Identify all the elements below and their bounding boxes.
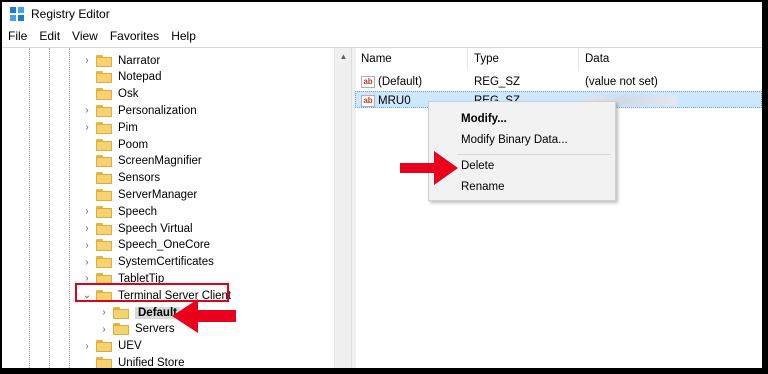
folder-icon [96, 256, 112, 269]
tree-item-label: Speech Virtual [118, 222, 193, 235]
tree-item-label: UEV [118, 340, 142, 353]
tree-item[interactable]: › Servers [99, 321, 175, 338]
tree-item[interactable]: › UEV [82, 338, 142, 355]
column-header-type[interactable]: Type [468, 48, 579, 70]
chevron-right-icon[interactable]: › [82, 206, 92, 217]
tree-item[interactable]: › Default [99, 304, 180, 321]
tree-guide-line [49, 48, 50, 368]
tree-item[interactable]: Notepad [82, 69, 161, 86]
folder-icon [96, 239, 112, 252]
chevron-right-icon[interactable]: › [82, 257, 92, 268]
folder-icon [113, 323, 129, 336]
folder-icon [96, 172, 112, 185]
menu-separator [457, 154, 611, 155]
folder-icon [96, 222, 112, 235]
chevron-right-icon[interactable]: › [82, 122, 92, 133]
window-title: Registry Editor [31, 7, 110, 21]
tree-scrollbar[interactable]: ▲ [334, 48, 352, 368]
tree-item-label: Servers [135, 323, 175, 336]
value-name: MRU0 [378, 94, 411, 107]
tree-item[interactable]: › Speech_OneCore [82, 237, 210, 254]
column-header-name[interactable]: Name [355, 48, 468, 70]
tree-item-label: Speech_OneCore [118, 239, 211, 252]
chevron-right-icon[interactable]: › [82, 105, 92, 116]
tree-guide-line [29, 48, 30, 368]
menu-item-modify[interactable]: Modify... [429, 109, 615, 129]
folder-icon [96, 205, 112, 218]
tree-item[interactable]: › Narrator [82, 52, 160, 69]
values-list: Name Type Data ab (Default) REG_SZ (value… [355, 48, 762, 368]
tree-item-label: Narrator [118, 54, 161, 67]
tree-item[interactable]: Poom [82, 136, 148, 153]
chevron-right-icon[interactable]: › [82, 341, 92, 352]
folder-icon [96, 188, 112, 201]
panes: › Narrator Notepad Osk › Personalization › Pim P… [2, 47, 762, 368]
tree-item[interactable]: › Speech Virtual [82, 220, 193, 237]
folder-icon [113, 306, 129, 319]
tree-item-label: ServerManager [118, 188, 198, 201]
folder-icon [96, 104, 112, 117]
tree-item-label: Poom [118, 138, 149, 151]
tree-item[interactable]: › Pim [82, 119, 138, 136]
tree-guide-line [69, 48, 70, 368]
folder-icon [96, 121, 112, 134]
menu-file[interactable]: File [8, 29, 27, 43]
folder-icon [96, 54, 112, 67]
tree-item-label: Unified Store [118, 356, 185, 368]
tree-item-label: Speech [118, 205, 158, 218]
tree-item[interactable]: Osk [82, 86, 138, 103]
value-name: (Default) [378, 75, 423, 88]
chevron-right-icon[interactable]: › [82, 223, 92, 234]
column-header-data[interactable]: Data [579, 48, 762, 70]
string-value-icon: ab [361, 94, 375, 107]
folder-icon [96, 88, 112, 101]
value-type: REG_SZ [474, 75, 521, 88]
tree-item[interactable]: ScreenMagnifier [82, 153, 202, 170]
folder-icon [96, 138, 112, 151]
tree-item-label: Notepad [118, 71, 162, 84]
menu-item-modify-binary[interactable]: Modify Binary Data... [429, 130, 615, 150]
folder-icon [96, 71, 112, 84]
tree-item[interactable]: › Personalization [82, 102, 197, 119]
registry-editor-icon [10, 7, 24, 21]
red-arrow-pointing-delete [400, 151, 458, 185]
registry-tree: › Narrator Notepad Osk › Personalization › Pim P… [2, 48, 334, 368]
menu-view[interactable]: View [72, 29, 98, 43]
menu-help[interactable]: Help [171, 29, 196, 43]
tree-item-label: SystemCertificates [118, 256, 214, 269]
tree-item[interactable]: Unified Store [82, 354, 184, 368]
value-row-default[interactable]: ab (Default) REG_SZ (value not set) [355, 73, 762, 90]
menu-favorites[interactable]: Favorites [110, 29, 159, 43]
tree-item-label: Personalization [118, 104, 197, 117]
tree-item[interactable]: › Speech [82, 203, 157, 220]
string-value-icon: ab [361, 75, 375, 88]
title-bar: Registry Editor [2, 2, 762, 26]
red-arrow-pointing-default [172, 299, 236, 333]
chevron-right-icon[interactable]: › [82, 240, 92, 251]
folder-icon [96, 356, 112, 368]
tree-item[interactable]: › SystemCertificates [82, 254, 214, 271]
menu-edit[interactable]: Edit [39, 29, 60, 43]
folder-icon [96, 155, 112, 168]
menu-bar: File Edit View Favorites Help [2, 26, 762, 46]
registry-editor-window: Registry Editor File Edit View Favorites… [2, 2, 762, 368]
tree-item[interactable]: Sensors [82, 170, 160, 187]
tree-item-label: Pim [118, 121, 138, 134]
chevron-right-icon[interactable]: › [82, 55, 92, 66]
folder-icon [96, 340, 112, 353]
chevron-right-icon[interactable]: › [99, 324, 109, 335]
scroll-up-arrow-icon[interactable]: ▲ [335, 48, 352, 65]
tree-item[interactable]: ServerManager [82, 186, 197, 203]
value-data: (value not set) [585, 75, 658, 88]
chevron-right-icon[interactable]: › [99, 307, 109, 318]
tree-item-label: Osk [118, 88, 139, 101]
tree-item-label: ScreenMagnifier [118, 155, 202, 168]
tree-item-label: Sensors [118, 172, 161, 185]
